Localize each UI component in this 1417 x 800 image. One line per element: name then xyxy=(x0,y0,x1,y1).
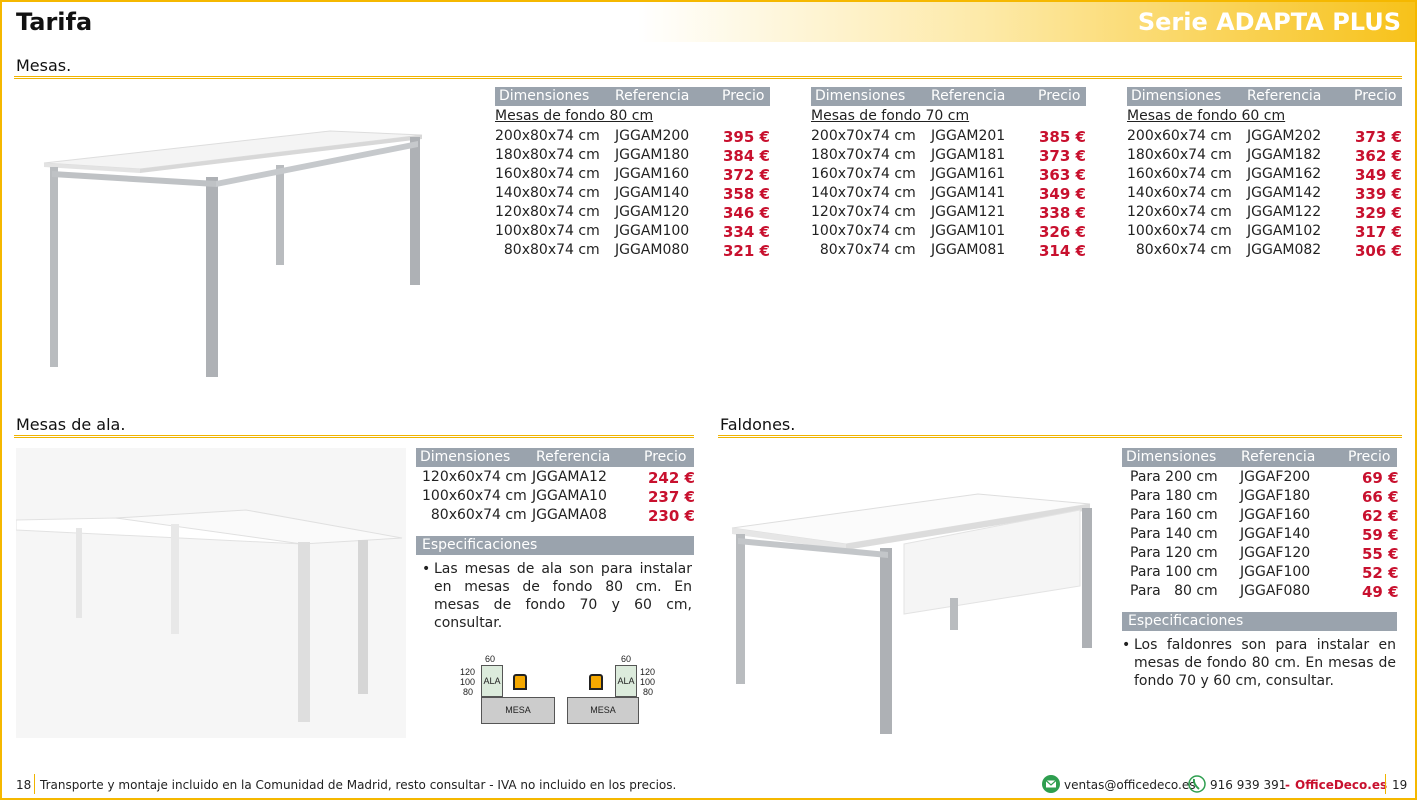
col-precio: Precio xyxy=(644,449,687,465)
page-title: Tarifa xyxy=(16,8,93,36)
price-table-fondo-60: Dimensiones Referencia Precio Mesas de f… xyxy=(1127,87,1402,261)
page-footer: 18 Transporte y montaje incluido en la C… xyxy=(2,772,1415,798)
table-row: Para 80 cm JGGAF080 49 € xyxy=(1130,583,1399,601)
section-rule xyxy=(14,76,1402,79)
price-table-ala: Dimensiones Referencia Precio 120x60x74 … xyxy=(416,448,695,526)
ala-diagram-left: 60 120 100 80 ALA MESA xyxy=(458,654,558,726)
col-referencia: Referencia xyxy=(536,449,611,465)
table-row: 140x80x74 cm JGGAM140 358 € xyxy=(495,185,770,203)
phone-icon xyxy=(1188,775,1206,793)
table-header: Dimensiones Referencia Precio xyxy=(1127,87,1402,106)
table-row: Para 160 cm JGGAF160 62 € xyxy=(1130,507,1399,525)
table-header: Dimensiones Referencia Precio xyxy=(811,87,1086,106)
col-dimensiones: Dimensiones xyxy=(1131,88,1222,104)
section-title-faldones: Faldones. xyxy=(720,415,796,434)
table-row: 120x60x74 cm JGGAMA12 242 € xyxy=(422,469,695,487)
bullet-icon: • xyxy=(1122,637,1131,653)
table-row: 120x80x74 cm JGGAM120 346 € xyxy=(495,204,770,222)
spec-text-ala: • Las mesas de ala son para instalar en … xyxy=(422,561,692,631)
divider xyxy=(34,774,35,794)
table-subtitle: Mesas de fondo 70 cm xyxy=(811,108,970,124)
table-row: 180x60x74 cm JGGAM182 362 € xyxy=(1127,147,1402,165)
table-header: Dimensiones Referencia Precio xyxy=(416,448,694,467)
price-table-faldones: Dimensiones Referencia Precio Para 200 c… xyxy=(1122,448,1399,602)
table-row: 80x70x74 cm JGGAM081 314 € xyxy=(811,242,1086,260)
mail-icon xyxy=(1042,775,1060,793)
table-row: Para 100 cm JGGAF100 52 € xyxy=(1130,564,1399,582)
table-row: 80x60x74 cm JGGAM082 306 € xyxy=(1127,242,1402,260)
table-row: 160x60x74 cm JGGAM162 349 € xyxy=(1127,166,1402,184)
col-precio: Precio xyxy=(1038,88,1081,104)
table-row: 160x80x74 cm JGGAM160 372 € xyxy=(495,166,770,184)
col-referencia: Referencia xyxy=(931,88,1006,104)
table-row: 180x80x74 cm JGGAM180 384 € xyxy=(495,147,770,165)
chair-icon xyxy=(513,674,527,690)
section-rule xyxy=(14,435,694,438)
section-rule xyxy=(718,435,1402,438)
table-row: 200x60x74 cm JGGAM202 373 € xyxy=(1127,128,1402,146)
table-subtitle: Mesas de fondo 60 cm xyxy=(1127,108,1286,124)
chair-icon xyxy=(589,674,603,690)
section-title-mesas: Mesas. xyxy=(16,56,72,75)
table-row: 140x70x74 cm JGGAM141 349 € xyxy=(811,185,1086,203)
ala-block: ALA xyxy=(481,665,503,697)
spec-title-ala: Especificaciones xyxy=(416,536,694,555)
mesa-block: MESA xyxy=(567,697,639,724)
table-row: Para 200 cm JGGAF200 69 € xyxy=(1130,469,1399,487)
col-precio: Precio xyxy=(722,88,765,104)
table-row: Para 180 cm JGGAF180 66 € xyxy=(1130,488,1399,506)
col-dimensiones: Dimensiones xyxy=(1126,449,1217,465)
table-row: Para 120 cm JGGAF120 55 € xyxy=(1130,545,1399,563)
table-header: Dimensiones Referencia Precio xyxy=(1122,448,1397,467)
price-table-fondo-80: Dimensiones Referencia Precio Mesas de f… xyxy=(495,87,770,261)
page-number-left: 18 xyxy=(16,778,32,792)
ala-diagram-right: 60 120 100 80 ALA MESA xyxy=(567,654,667,726)
ala-block: ALA xyxy=(615,665,637,697)
spec-title-faldones: Especificaciones xyxy=(1122,612,1397,631)
col-precio: Precio xyxy=(1348,449,1391,465)
bullet-icon: • xyxy=(422,561,431,577)
table-row: 100x70x74 cm JGGAM101 326 € xyxy=(811,223,1086,241)
footer-dash: - xyxy=(1285,778,1290,792)
footer-note: Transporte y montaje incluido en la Comu… xyxy=(40,778,677,792)
col-dimensiones: Dimensiones xyxy=(815,88,906,104)
col-referencia: Referencia xyxy=(615,88,690,104)
col-precio: Precio xyxy=(1354,88,1397,104)
col-referencia: Referencia xyxy=(1247,88,1322,104)
series-title: Serie ADAPTA PLUS xyxy=(1137,8,1401,36)
table-row: Para 140 cm JGGAF140 59 € xyxy=(1130,526,1399,544)
col-referencia: Referencia xyxy=(1241,449,1316,465)
divider xyxy=(1385,774,1386,794)
table-header: Dimensiones Referencia Precio xyxy=(495,87,770,106)
table-row: 80x80x74 cm JGGAM080 321 € xyxy=(495,242,770,260)
table-row: 120x60x74 cm JGGAM122 329 € xyxy=(1127,204,1402,222)
section-title-ala: Mesas de ala. xyxy=(16,415,126,434)
desk-ala-image xyxy=(16,448,406,738)
spec-text-faldones: • Los faldonres son para instalar en mes… xyxy=(1122,637,1396,689)
footer-brand[interactable]: OfficeDeco.es xyxy=(1295,778,1387,792)
table-row: 180x70x74 cm JGGAM181 373 € xyxy=(811,147,1086,165)
table-row: 200x70x74 cm JGGAM201 385 € xyxy=(811,128,1086,146)
table-row: 100x80x74 cm JGGAM100 334 € xyxy=(495,223,770,241)
table-row: 100x60x74 cm JGGAMA10 237 € xyxy=(422,488,695,506)
page-number-right: 19 xyxy=(1392,778,1408,792)
desk-image xyxy=(43,130,423,377)
table-row: 80x60x74 cm JGGAMA08 230 € xyxy=(422,507,695,525)
price-table-fondo-70: Dimensiones Referencia Precio Mesas de f… xyxy=(811,87,1086,261)
footer-phone: 916 939 391 xyxy=(1210,778,1287,792)
table-row: 160x70x74 cm JGGAM161 363 € xyxy=(811,166,1086,184)
table-row: 140x60x74 cm JGGAM142 339 € xyxy=(1127,185,1402,203)
table-row: 100x60x74 cm JGGAM102 317 € xyxy=(1127,223,1402,241)
page-header: Tarifa Serie ADAPTA PLUS xyxy=(2,2,1415,42)
footer-email[interactable]: ventas@officedeco.es xyxy=(1064,778,1196,792)
table-row: 120x70x74 cm JGGAM121 338 € xyxy=(811,204,1086,222)
col-dimensiones: Dimensiones xyxy=(420,449,511,465)
col-dimensiones: Dimensiones xyxy=(499,88,590,104)
table-row: 200x80x74 cm JGGAM200 395 € xyxy=(495,128,770,146)
table-subtitle: Mesas de fondo 80 cm xyxy=(495,108,654,124)
desk-faldon-image xyxy=(731,493,1092,734)
mesa-block: MESA xyxy=(481,697,555,724)
